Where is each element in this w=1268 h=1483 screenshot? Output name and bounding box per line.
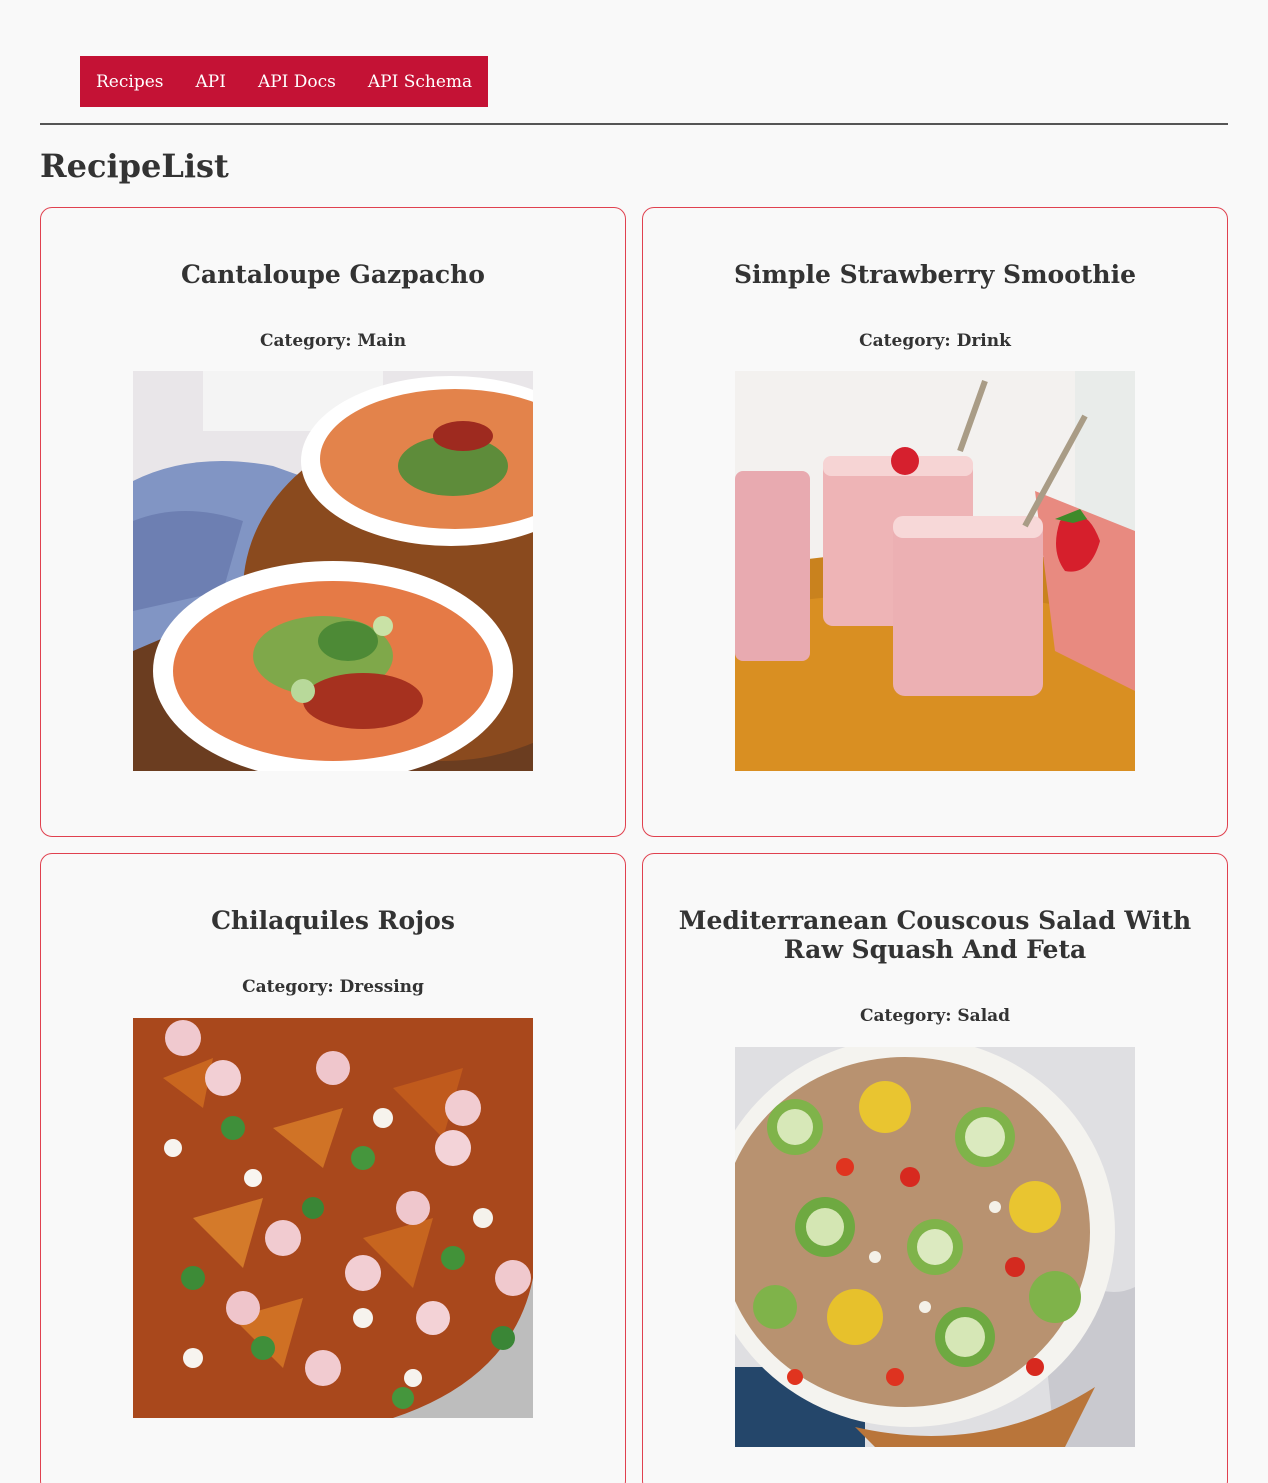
recipe-title[interactable]: Cantaloupe Gazpacho	[71, 260, 595, 289]
recipe-image-gazpacho[interactable]	[133, 371, 533, 771]
recipe-image-smoothie[interactable]	[735, 371, 1135, 771]
recipe-title[interactable]: Chilaquiles Rojos	[71, 906, 595, 935]
recipe-card-chilaquiles-rojos[interactable]: Chilaquiles Rojos Category: Dressing	[40, 853, 626, 1483]
page: Recipes API API Docs API Schema RecipeLi…	[0, 0, 1268, 1483]
page-title: RecipeList	[40, 147, 229, 185]
recipe-card-strawberry-smoothie[interactable]: Simple Strawberry Smoothie Category: Dri…	[642, 207, 1228, 837]
nav-link-api-docs[interactable]: API Docs	[258, 72, 336, 92]
header-divider	[40, 123, 1228, 125]
couscous-salad-photo	[735, 1047, 1135, 1447]
smoothie-photo	[735, 371, 1135, 771]
nav-link-api-schema[interactable]: API Schema	[368, 72, 472, 92]
recipe-title[interactable]: Mediterranean Couscous Salad With Raw Sq…	[673, 906, 1197, 964]
recipe-image-couscous-salad[interactable]	[735, 1047, 1135, 1447]
top-navbar: Recipes API API Docs API Schema	[80, 56, 489, 107]
recipe-category: Category: Dressing	[242, 977, 424, 997]
chilaquiles-photo	[133, 1018, 533, 1418]
recipe-category: Category: Salad	[859, 1006, 1011, 1026]
recipe-card-cantaloupe-gazpacho[interactable]: Cantaloupe Gazpacho Category: Main	[40, 207, 626, 837]
gazpacho-photo	[133, 371, 533, 771]
recipe-card-mediterranean-couscous-salad[interactable]: Mediterranean Couscous Salad With Raw Sq…	[642, 853, 1228, 1483]
nav-link-api[interactable]: API	[196, 72, 226, 92]
nav-link-recipes[interactable]: Recipes	[96, 72, 164, 92]
recipe-title[interactable]: Simple Strawberry Smoothie	[673, 260, 1197, 289]
recipe-category: Category: Drink	[859, 331, 1011, 351]
recipe-category: Category: Main	[259, 331, 407, 351]
recipe-image-chilaquiles[interactable]	[133, 1018, 533, 1418]
